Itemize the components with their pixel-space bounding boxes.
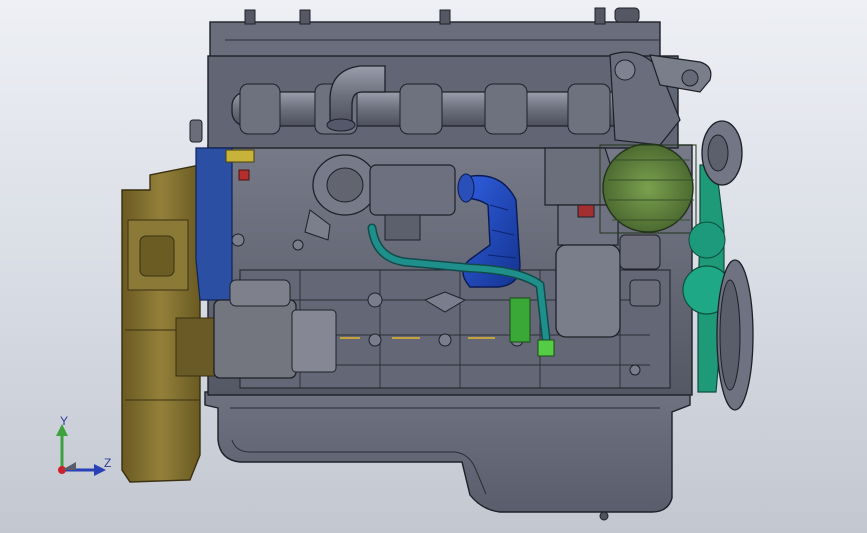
- axis-y-label: Y: [60, 414, 69, 428]
- crankshaft-pulley[interactable]: [716, 259, 754, 411]
- axis-z-label: Z: [104, 456, 112, 470]
- oil-pan[interactable]: [204, 391, 691, 521]
- coordinate-triad-icon: [56, 424, 106, 476]
- engine-model[interactable]: [0, 0, 867, 533]
- fan-pulley[interactable]: [701, 120, 743, 186]
- cad-viewport[interactable]: Y Z: [0, 0, 867, 533]
